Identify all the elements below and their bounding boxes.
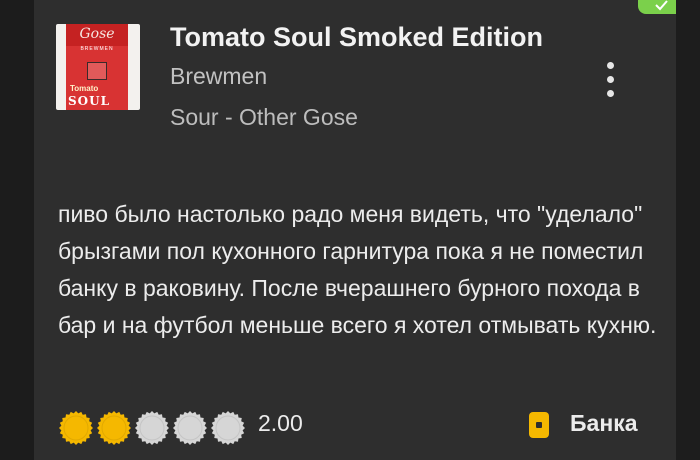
menu-dot [607,62,614,69]
can-artwork: Gose BREWMEN Tomato SOUL [66,24,128,110]
verified-badge [638,0,676,14]
cap-filled-icon [59,411,93,445]
menu-dot [607,90,614,97]
cap-empty-icon [173,411,207,445]
can-icon [529,412,549,438]
more-options-button[interactable] [600,60,622,100]
beer-style: Sour - Other Gose [170,104,358,130]
logo-brand-text: BREWMEN [80,46,114,52]
logo-script-text: Gose [79,26,115,42]
checkin-card: Gose BREWMEN Tomato SOUL Tomato Soul Smo… [34,0,676,460]
check-icon [655,0,668,11]
right-edge [676,0,700,460]
review-text: пиво было настолько радо меня видеть, чт… [58,201,657,338]
cap-empty-icon [211,411,245,445]
brewery-link[interactable]: Brewmen [170,63,267,90]
serving-type: Банка [570,410,638,436]
left-edge [0,0,34,460]
logo-name-line1: Tomato [70,84,99,93]
menu-dot [607,76,614,83]
logo-name-line2: SOUL [68,94,111,108]
cap-empty-icon [135,411,169,445]
cap-filled-icon [97,411,131,445]
rating-score: 2.00 [258,410,303,436]
beer-logo[interactable]: Gose BREWMEN Tomato SOUL [56,24,140,110]
caps-rating-graphic [59,411,245,445]
beer-name-link[interactable]: Tomato Soul Smoked Edition [170,22,543,53]
logo-emblem [87,62,107,80]
